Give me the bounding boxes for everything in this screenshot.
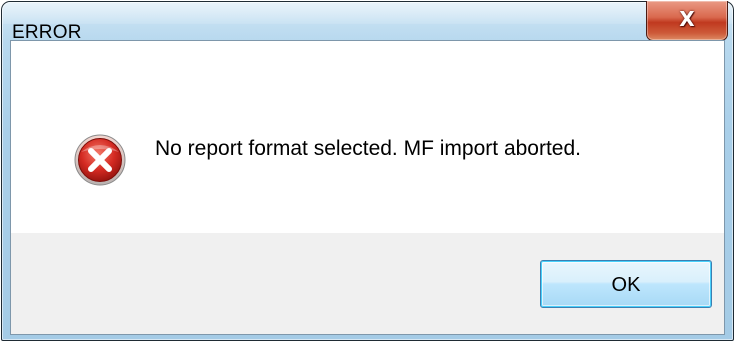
title-bar[interactable]: ERROR X (2, 1, 733, 43)
error-dialog-window: ERROR X No report format selected. MF im… (1, 1, 734, 341)
error-message: No report format selected. MF import abo… (155, 137, 581, 160)
dialog-content: No report format selected. MF import abo… (10, 40, 725, 335)
ok-button-label: OK (611, 274, 641, 296)
close-button[interactable]: X (646, 1, 728, 41)
close-icon: X (679, 7, 695, 31)
message-area: No report format selected. MF import abo… (11, 41, 724, 233)
ok-button[interactable]: OK (540, 260, 712, 308)
button-bar: OK (11, 233, 724, 334)
error-icon (74, 134, 126, 186)
